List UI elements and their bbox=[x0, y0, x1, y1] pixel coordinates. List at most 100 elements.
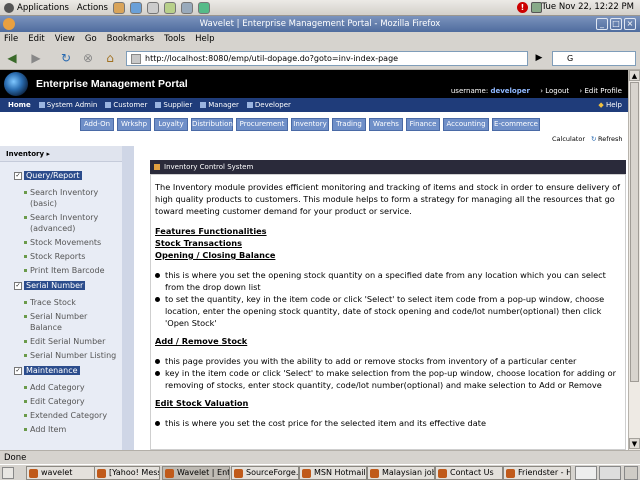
show-desktop-icon[interactable] bbox=[2, 467, 14, 479]
tab-accounting[interactable]: Accounting bbox=[443, 118, 489, 131]
nav-supplier[interactable]: Supplier bbox=[155, 101, 192, 109]
update-alert-icon[interactable]: ! bbox=[517, 2, 528, 13]
mail-launcher-icon[interactable] bbox=[129, 1, 142, 14]
window-titlebar[interactable]: Wavelet | Enterprise Management Portal -… bbox=[0, 16, 640, 32]
stop-icon[interactable]: ⊗ bbox=[80, 50, 96, 66]
task-yahoo-messenger[interactable]: [Yahoo! Mess bbox=[94, 466, 160, 480]
tab-finance[interactable]: Finance bbox=[406, 118, 440, 131]
applications-menu[interactable]: Applications bbox=[4, 2, 69, 13]
bullet-text: key in the item code or click 'Select' t… bbox=[165, 368, 616, 390]
sidebar-link-edit-category[interactable]: Edit Category bbox=[10, 396, 120, 407]
sidebar-link-search-inventory-basic[interactable]: Search Inventory (basic) bbox=[10, 187, 120, 209]
task-msn-hotmail[interactable]: MSN Hotmail bbox=[299, 466, 367, 480]
sidebar-list: ✓ Query/Report Search Inventory (basic) S… bbox=[10, 166, 120, 435]
edit-profile-link[interactable]: › Edit Profile bbox=[579, 87, 622, 95]
menu-tools[interactable]: Tools bbox=[164, 34, 185, 44]
tab-warehs[interactable]: Warehs bbox=[369, 118, 403, 131]
checkbox-icon: ✓ bbox=[14, 367, 22, 375]
globe-launcher-icon[interactable] bbox=[197, 1, 210, 14]
section-maintenance[interactable]: ✓ Maintenance bbox=[10, 365, 120, 379]
nav-manager-label: Manager bbox=[208, 101, 239, 109]
sidebar-heading[interactable]: Inventory ▸ bbox=[0, 146, 122, 162]
impress-launcher-icon[interactable] bbox=[163, 1, 176, 14]
browser-launcher-icon[interactable] bbox=[112, 1, 125, 14]
logout-link[interactable]: › Logout bbox=[540, 87, 569, 95]
sidebar-link-serial-number-listing[interactable]: Serial Number Listing bbox=[10, 350, 120, 361]
sidebar-link-add-item[interactable]: Add Item bbox=[10, 424, 120, 435]
workspace-switcher-2[interactable] bbox=[599, 466, 621, 480]
minimize-icon[interactable]: _ bbox=[596, 18, 608, 30]
tab-add-on[interactable]: Add-On bbox=[80, 118, 114, 131]
menu-help[interactable]: Help bbox=[195, 34, 214, 44]
writer-launcher-icon[interactable] bbox=[146, 1, 159, 14]
actions-menu[interactable]: Actions bbox=[77, 3, 108, 13]
sidebar-link-stock-reports[interactable]: Stock Reports bbox=[10, 251, 120, 262]
portal-logo-icon bbox=[4, 72, 28, 96]
menu-view[interactable]: View bbox=[55, 34, 75, 44]
sidebar-link-stock-movements[interactable]: Stock Movements bbox=[10, 237, 120, 248]
tab-procurement[interactable]: Procurement bbox=[236, 118, 288, 131]
sidebar-link-extended-category[interactable]: Extended Category bbox=[10, 410, 120, 421]
task-malaysian-job[interactable]: Malaysian job bbox=[367, 466, 435, 480]
url-input[interactable]: http://localhost:8080/emp/util-dopage.do… bbox=[126, 51, 528, 66]
workspace-switcher[interactable] bbox=[575, 466, 597, 480]
refresh-icon[interactable]: ↻ bbox=[591, 135, 596, 143]
bullet-icon bbox=[24, 386, 27, 389]
task-wavelet-firefox[interactable]: Wavelet | Ent bbox=[162, 466, 230, 480]
tab-e-commerce[interactable]: E-commerce bbox=[492, 118, 540, 131]
nav-manager[interactable]: Manager bbox=[200, 101, 239, 109]
sidebar-link-search-inventory-advanced[interactable]: Search Inventory (advanced) bbox=[10, 212, 120, 234]
link-label: Search Inventory (advanced) bbox=[30, 213, 99, 233]
section-query-report[interactable]: ✓ Query/Report bbox=[10, 170, 120, 184]
sidebar-link-print-item-barcode[interactable]: Print Item Barcode bbox=[10, 265, 120, 276]
tools-row: Calculator ↻ Refresh bbox=[0, 132, 628, 146]
nav-system-admin[interactable]: System Admin bbox=[38, 101, 97, 109]
nav-customer[interactable]: Customer bbox=[105, 101, 147, 109]
task-sourceforge[interactable]: SourceForge.r bbox=[231, 466, 299, 480]
back-icon[interactable]: ◀ bbox=[4, 50, 20, 66]
refresh-link[interactable]: Refresh bbox=[598, 135, 623, 143]
sidebar-link-trace-stock[interactable]: Trace Stock bbox=[10, 297, 120, 308]
trash-icon[interactable] bbox=[624, 466, 638, 480]
scroll-up-icon[interactable]: ▲ bbox=[629, 70, 640, 81]
menu-go[interactable]: Go bbox=[85, 34, 97, 44]
terminal-icon bbox=[29, 469, 38, 478]
menu-bookmarks[interactable]: Bookmarks bbox=[107, 34, 155, 44]
search-input[interactable]: G bbox=[552, 51, 636, 66]
calculator-link[interactable]: Calculator bbox=[552, 135, 585, 143]
task-label: Malaysian job bbox=[382, 468, 435, 477]
task-friendster[interactable]: Friendster - Ho bbox=[503, 466, 571, 480]
nav-home[interactable]: Home bbox=[8, 101, 31, 109]
tab-trading[interactable]: Trading bbox=[332, 118, 366, 131]
task-contact-us[interactable]: Contact Us bbox=[435, 466, 503, 480]
home-icon[interactable]: ⌂ bbox=[102, 50, 118, 66]
nav-developer[interactable]: Developer bbox=[246, 101, 291, 109]
tab-loyalty[interactable]: Loyalty bbox=[154, 118, 188, 131]
task-label: SourceForge.r bbox=[246, 468, 299, 477]
tab-inventory[interactable]: Inventory bbox=[291, 118, 329, 131]
volume-icon[interactable] bbox=[531, 2, 542, 13]
bullet-icon bbox=[155, 421, 160, 426]
reload-icon[interactable]: ↻ bbox=[58, 50, 74, 66]
maximize-icon[interactable]: □ bbox=[610, 18, 622, 30]
menu-file[interactable]: File bbox=[4, 34, 18, 44]
help-link[interactable]: ◆ Help bbox=[598, 101, 622, 109]
firefox-icon bbox=[506, 469, 515, 478]
scroll-thumb[interactable] bbox=[630, 82, 639, 382]
vertical-scrollbar[interactable]: ▲ ▼ bbox=[628, 70, 640, 450]
calc-launcher-icon[interactable] bbox=[180, 1, 193, 14]
close-icon[interactable]: × bbox=[624, 18, 636, 30]
tab-wrkshp[interactable]: Wrkshp bbox=[117, 118, 151, 131]
task-wavelet[interactable]: wavelet bbox=[26, 466, 100, 480]
sidebar-link-edit-serial-number[interactable]: Edit Serial Number bbox=[10, 336, 120, 347]
sidebar-link-add-category[interactable]: Add Category bbox=[10, 382, 120, 393]
sidebar-link-serial-number-balance[interactable]: Serial Number Balance bbox=[10, 311, 120, 333]
tab-distribution[interactable]: Distribution bbox=[191, 118, 233, 131]
clock[interactable]: Tue Nov 22, 12:22 PM bbox=[542, 2, 634, 12]
section-serial-number[interactable]: ✓ Serial Number bbox=[10, 280, 120, 294]
menu-edit[interactable]: Edit bbox=[28, 34, 44, 44]
scroll-down-icon[interactable]: ▼ bbox=[629, 438, 640, 449]
go-button[interactable]: ▶ bbox=[532, 51, 546, 66]
forward-icon[interactable]: ▶ bbox=[28, 50, 44, 66]
checkbox-icon: ✓ bbox=[14, 172, 22, 180]
